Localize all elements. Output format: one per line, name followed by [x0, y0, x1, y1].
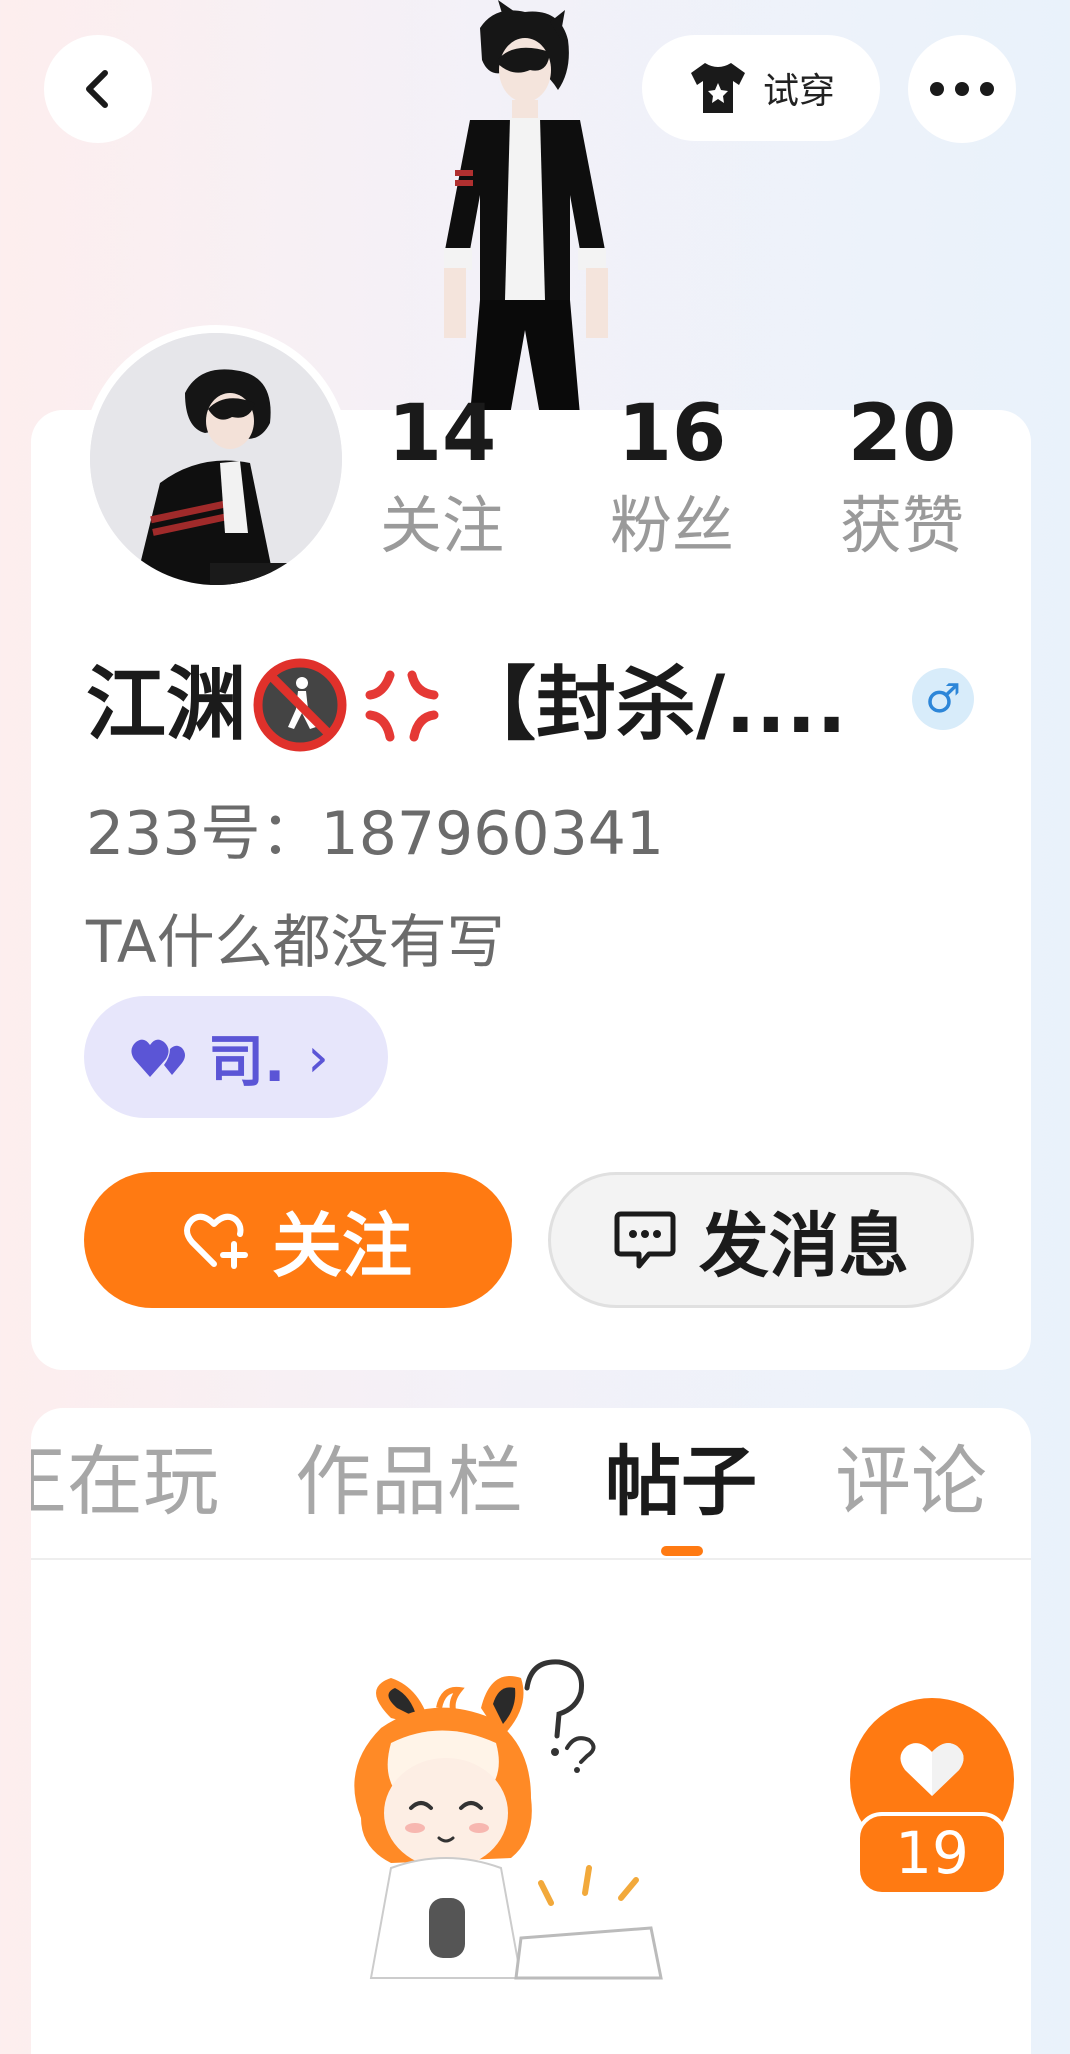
stat-label: 粉丝 — [609, 489, 734, 562]
tab-comments[interactable]: 评论 — [835, 1436, 987, 1527]
follow-label: 关注 — [272, 1204, 412, 1287]
message-label: 发消息 — [699, 1204, 909, 1287]
stat-following[interactable]: 14 关注 — [352, 395, 532, 557]
stat-label: 关注 — [379, 489, 504, 562]
no-pedestrians-icon — [252, 657, 348, 753]
gender-symbol: ♂ — [925, 676, 961, 722]
stat-likes[interactable]: 20 获赞 — [812, 395, 992, 557]
more-button[interactable] — [908, 35, 1016, 143]
user-id[interactable]: 233号：187960341 — [86, 785, 664, 872]
avatar-3d-figure — [400, 0, 650, 415]
try-on-button[interactable]: 试穿 — [642, 35, 880, 141]
heart-plus-icon — [184, 1213, 248, 1269]
nickname: 江渊 【封杀/.... — [86, 650, 866, 760]
tag-chip[interactable]: 司. › — [84, 996, 388, 1118]
tag-text: 司. — [208, 1029, 286, 1095]
chevron-left-icon — [86, 70, 108, 108]
anger-symbol-icon — [354, 657, 450, 753]
heart-icon — [900, 1743, 964, 1796]
message-button[interactable]: 发消息 — [548, 1172, 974, 1308]
double-heart-icon — [131, 1039, 185, 1077]
empty-state-mascot-illustration — [331, 1648, 811, 2054]
tab-works[interactable]: 作品栏 — [295, 1436, 523, 1527]
stat-label: 获赞 — [839, 489, 964, 562]
nickname-text: 江渊 — [86, 658, 246, 751]
nickname-suffix: 【封杀/.... — [456, 658, 847, 751]
avatar[interactable] — [82, 325, 350, 593]
like-count: 19 — [856, 1812, 1008, 1896]
stat-value: 16 — [617, 389, 727, 479]
tab-posts[interactable]: 帖子 — [605, 1436, 757, 1527]
chevron-right-icon: › — [307, 1025, 329, 1089]
tab-playing[interactable]: 正在玩 — [31, 1436, 219, 1527]
tab-indicator — [661, 1546, 703, 1556]
stat-followers[interactable]: 16 粉丝 — [582, 395, 762, 557]
chat-bubble-icon — [614, 1211, 676, 1269]
bio: TA什么都没有写 — [86, 908, 505, 976]
tab-bar: 正在玩 作品栏 帖子 评论 — [31, 1408, 1031, 1560]
stats-row: 14 关注 16 粉丝 20 获赞 — [352, 395, 1002, 595]
try-on-label: 试穿 — [762, 71, 835, 112]
tshirt-icon — [690, 63, 745, 113]
follow-button[interactable]: 关注 — [84, 1172, 512, 1308]
gender-male-icon: ♂ — [912, 668, 974, 730]
back-button[interactable] — [44, 35, 152, 143]
more-dots-icon — [930, 82, 994, 96]
stat-value: 14 — [387, 389, 497, 479]
stat-value: 20 — [847, 389, 957, 479]
